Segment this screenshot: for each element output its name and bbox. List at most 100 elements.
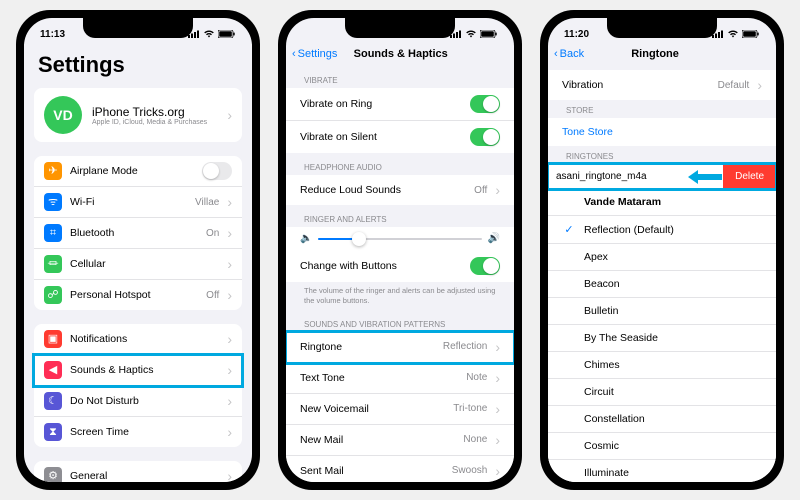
row-toggle[interactable] [202,162,232,180]
pattern-row[interactable]: Sent MailSwoosh› [286,456,514,483]
avatar: VD [44,96,82,134]
volume-slider[interactable] [318,238,481,240]
settings-row[interactable]: ✈ Airplane Mode [34,156,242,187]
row-label: Bluetooth [70,227,198,239]
chevron-right-icon: › [495,370,500,386]
ringtone-row[interactable]: Beacon [548,271,776,298]
row-icon: ◀ [44,361,62,379]
toggle-vibrate-ring[interactable] [470,95,500,113]
screen-ringtone: 11:20 ‹ Back Ringtone Vibration Default … [548,18,776,482]
tone-store-label: Tone Store [562,126,762,138]
settings-row[interactable]: ⚙General› [34,461,242,482]
row-label: Ringtone [300,341,435,353]
row-label: Screen Time [70,426,219,438]
ringtone-row[interactable]: ✓Reflection (Default) [548,216,776,244]
vibration-row[interactable]: Vibration Default › [548,70,776,100]
toggle-change-buttons[interactable] [470,257,500,275]
ringtone-row[interactable]: Illuminate [548,460,776,482]
row-value: Off [206,290,219,301]
ringtone-label: Beacon [584,278,620,290]
ringtone-row[interactable]: Bulletin [548,298,776,325]
settings-group-general: ⚙General›⌬Control Center› [34,461,242,482]
row-label: Vibrate on Silent [300,131,462,143]
row-label: Personal Hotspot [70,289,198,301]
ringtone-row[interactable]: By The Seaside [548,325,776,352]
settings-row[interactable]: ▣Notifications› [34,324,242,355]
chevron-right-icon: › [227,256,232,272]
vibration-group: Vibration Default › [548,70,776,100]
chevron-right-icon: › [495,463,500,479]
pattern-row[interactable]: New VoicemailTri-tone› [286,394,514,425]
ringer-footnote: The volume of the ringer and alerts can … [286,282,514,310]
ringtone-label: Circuit [584,386,614,398]
delete-button[interactable]: Delete [723,164,776,189]
reduce-loud-sounds-row[interactable]: Reduce Loud Sounds Off › [286,175,514,205]
profile-text: iPhone Tricks.org Apple ID, iCloud, Medi… [92,105,207,126]
change-with-buttons-row[interactable]: Change with Buttons [286,250,514,282]
settings-row[interactable]: ᯤWi-FiVillae› [34,187,242,218]
row-value: Tri-tone [453,403,487,414]
ringtone-row[interactable]: Apex [548,244,776,271]
row-value: Default [718,80,750,91]
chevron-right-icon: › [227,225,232,241]
section-headphone: HEADPHONE AUDIO [286,153,514,175]
battery-icon [218,30,236,38]
row-label: Reduce Loud Sounds [300,184,466,196]
vibrate-on-ring-row[interactable]: Vibrate on Ring [286,88,514,121]
pattern-row[interactable]: RingtoneReflection› [286,332,514,363]
status-time: 11:20 [564,29,589,40]
row-icon: ✈ [44,162,62,180]
ringtone-label: Apex [584,251,608,263]
ringtone-label: Bulletin [584,305,618,317]
nav-title: Ringtone [548,48,766,60]
battery-icon [742,30,760,38]
delete-label: Delete [735,171,764,182]
section-ringer: RINGER AND ALERTS [286,205,514,227]
ringtone-row[interactable]: Circuit [548,379,776,406]
row-label: Vibrate on Ring [300,98,462,110]
phone-3: 11:20 ‹ Back Ringtone Vibration Default … [540,10,784,490]
profile-row[interactable]: VD iPhone Tricks.org Apple ID, iCloud, M… [34,88,242,142]
tone-store-row[interactable]: Tone Store [548,118,776,146]
settings-group-alerts: ▣Notifications›◀Sounds & Haptics›☾Do Not… [34,324,242,447]
pattern-row[interactable]: New MailNone› [286,425,514,456]
chevron-right-icon: › [227,331,232,347]
toggle-vibrate-silent[interactable] [470,128,500,146]
volume-low-icon: 🔈 [300,233,312,244]
row-label: Airplane Mode [70,165,194,177]
chevron-right-icon: › [227,107,232,123]
row-icon: ⌗ [44,224,62,242]
row-label: Wi-Fi [70,196,187,208]
row-icon: ⏛ [44,255,62,273]
settings-row[interactable]: ⏛Cellular› [34,249,242,280]
settings-row[interactable]: ☍Personal HotspotOff› [34,280,242,310]
section-vibrate: VIBRATE [286,66,514,88]
page-title: Settings [24,44,252,88]
settings-row[interactable]: ⧗Screen Time› [34,417,242,447]
swiped-ringtone-row[interactable]: asani_ringtone_m4a Delete [548,164,776,189]
nav-title: Sounds & Haptics [297,48,504,60]
chevron-right-icon: › [495,432,500,448]
chevron-right-icon: › [227,362,232,378]
row-label: Text Tone [300,372,458,384]
row-icon: ⚙ [44,467,62,482]
row-icon: ᯤ [44,193,62,211]
profile-name: iPhone Tricks.org [92,105,207,119]
ringtone-row[interactable]: Constellation [548,406,776,433]
ringtone-label: Chimes [584,359,620,371]
settings-row[interactable]: ◀Sounds & Haptics› [34,355,242,386]
pattern-row[interactable]: Text ToneNote› [286,363,514,394]
row-value: Off [474,185,487,196]
chevron-right-icon: › [495,339,500,355]
ringtone-row[interactable]: Cosmic [548,433,776,460]
volume-slider-row[interactable]: 🔈 🔊 [286,227,514,250]
vibrate-on-silent-row[interactable]: Vibrate on Silent [286,121,514,153]
row-label: Sent Mail [300,465,444,477]
settings-row[interactable]: ⌗BluetoothOn› [34,218,242,249]
settings-group-connectivity: ✈Airplane ModeᯤWi-FiVillae›⌗BluetoothOn›… [34,156,242,310]
ringtone-row[interactable]: Chimes [548,352,776,379]
chevron-right-icon: › [495,182,500,198]
chevron-right-icon: › [495,401,500,417]
ringtone-row[interactable]: Vande Mataram [548,189,776,216]
settings-row[interactable]: ☾Do Not Disturb› [34,386,242,417]
